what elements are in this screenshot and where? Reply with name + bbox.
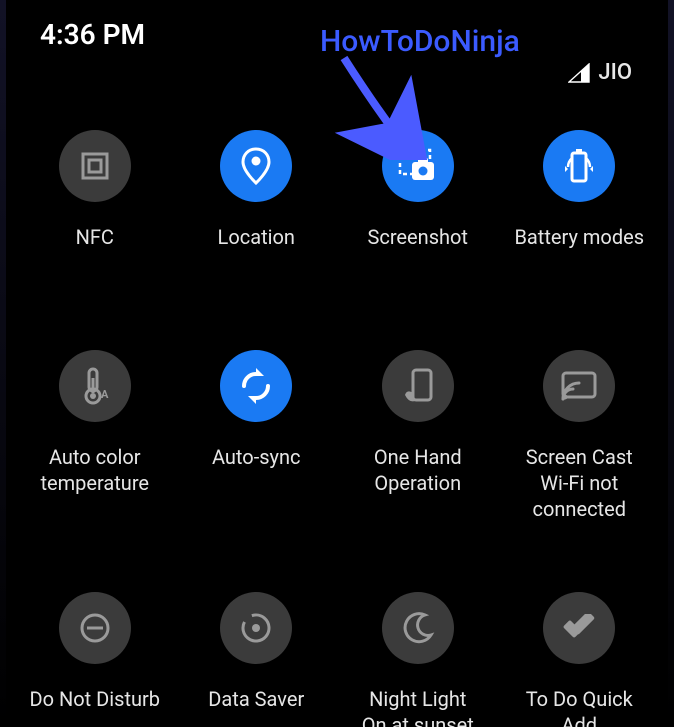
- tile-label: Location: [214, 224, 299, 250]
- signal-row: JIO: [568, 60, 638, 85]
- check-icon: [543, 592, 615, 664]
- tile-battery-modes[interactable]: Battery modes: [499, 130, 661, 280]
- clock-time: 4:36 PM: [40, 18, 145, 51]
- tile-do-not-disturb[interactable]: Do Not Disturb: [14, 592, 176, 727]
- moon-icon: [382, 592, 454, 664]
- status-bar: 4:36 PM JIO: [0, 0, 674, 110]
- tile-auto-color-temperature[interactable]: A Auto color temperature: [14, 350, 176, 522]
- quick-settings-panel: 4:36 PM JIO HowToDoNinja: [0, 0, 674, 727]
- thermometer-icon: A: [59, 350, 131, 422]
- carrier-label: JIO: [598, 60, 632, 85]
- tile-location[interactable]: Location: [176, 130, 338, 280]
- decorative-edge: [668, 0, 674, 727]
- signal-icon: [568, 63, 590, 83]
- tile-label: Screen Cast Wi-Fi not connected: [499, 444, 661, 522]
- data-saver-icon: [220, 592, 292, 664]
- tile-todo-quick-add[interactable]: To Do Quick Add: [499, 592, 661, 727]
- tile-data-saver[interactable]: Data Saver: [176, 592, 338, 727]
- tile-label: Night Light On at sunset: [358, 686, 478, 727]
- nfc-icon: [59, 130, 131, 202]
- screenshot-icon: [382, 130, 454, 202]
- tile-label: Data Saver: [204, 686, 308, 712]
- tile-label: Screenshot: [364, 224, 472, 250]
- tile-night-light[interactable]: Night Light On at sunset: [337, 592, 499, 727]
- dnd-icon: [59, 592, 131, 664]
- cast-icon: [543, 350, 615, 422]
- status-right: JIO: [568, 18, 638, 85]
- decorative-edge: [0, 0, 6, 727]
- tile-auto-sync[interactable]: Auto-sync: [176, 350, 338, 522]
- sync-icon: [220, 350, 292, 422]
- svg-text:A: A: [101, 388, 109, 401]
- location-icon: [220, 130, 292, 202]
- tile-label: To Do Quick Add: [522, 686, 637, 727]
- tile-label: Auto-sync: [208, 444, 305, 470]
- quick-settings-grid: NFC Location Screenshot: [0, 110, 674, 727]
- tile-screenshot[interactable]: Screenshot: [337, 130, 499, 280]
- tile-label: Battery modes: [510, 224, 648, 250]
- tile-label: Auto color temperature: [36, 444, 153, 496]
- tile-label: One Hand Operation: [370, 444, 466, 496]
- tile-one-hand-operation[interactable]: One Hand Operation: [337, 350, 499, 522]
- one-hand-icon: [382, 350, 454, 422]
- tile-label: Do Not Disturb: [25, 686, 164, 712]
- battery-icon: [543, 130, 615, 202]
- tile-nfc[interactable]: NFC: [14, 130, 176, 280]
- tile-screen-cast[interactable]: Screen Cast Wi-Fi not connected: [499, 350, 661, 522]
- tile-label: NFC: [72, 224, 118, 250]
